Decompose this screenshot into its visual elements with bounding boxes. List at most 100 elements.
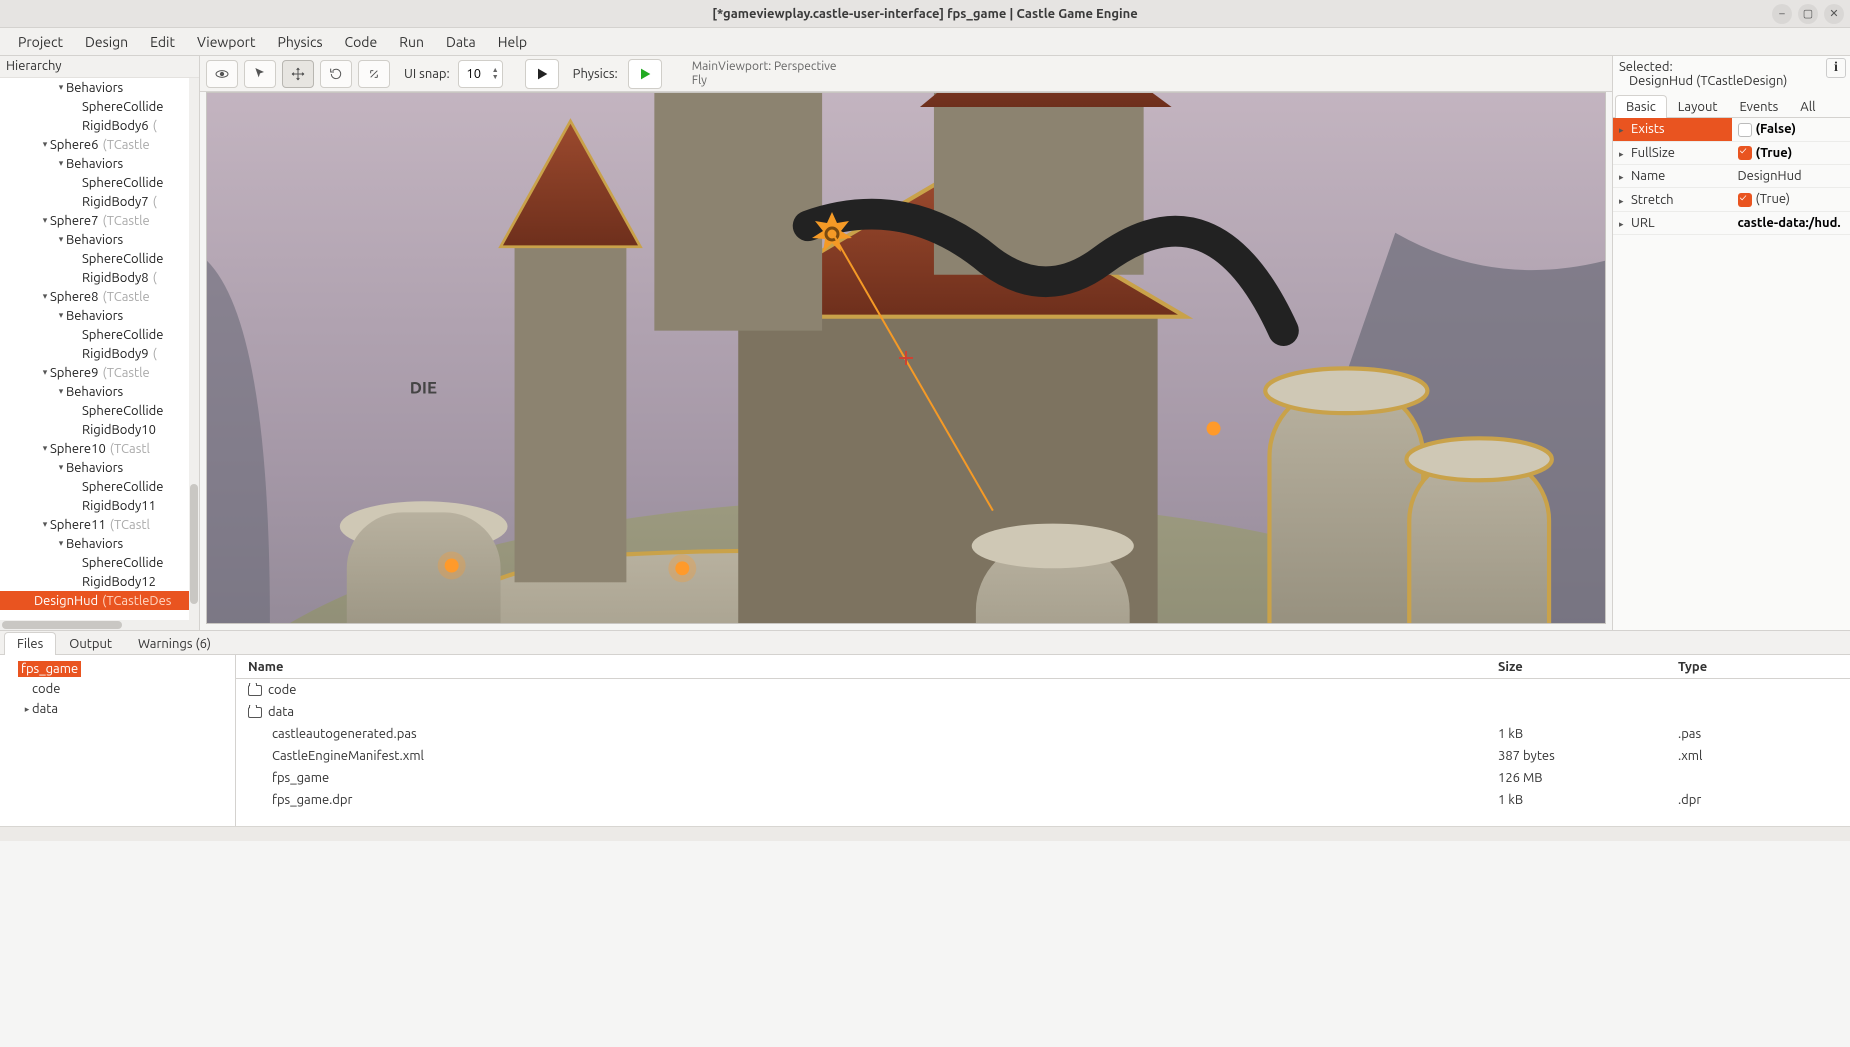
bottom-panel: FilesOutputWarnings (6) fps_gamecode▸dat… bbox=[0, 630, 1850, 826]
window-controls: – ▢ ✕ bbox=[1772, 4, 1844, 24]
column-name[interactable]: Name bbox=[236, 660, 1490, 674]
move-tool-button[interactable] bbox=[282, 60, 314, 88]
file-list: Name Size Type codedatacastleautogenerat… bbox=[236, 655, 1850, 826]
bottom-tab[interactable]: Output bbox=[56, 632, 125, 655]
ui-snap-value[interactable] bbox=[459, 67, 489, 81]
inspector-panel: Selected: DesignHud (TCastleDesign) i Ba… bbox=[1612, 56, 1850, 630]
column-type[interactable]: Type bbox=[1670, 660, 1850, 674]
spin-down-icon[interactable]: ▼ bbox=[492, 74, 499, 81]
folder-icon bbox=[248, 685, 262, 696]
tree-row[interactable]: ▾ Sphere11(TCastl bbox=[0, 515, 199, 534]
select-tool-button[interactable] bbox=[244, 60, 276, 88]
tree-row[interactable]: SphereCollide bbox=[0, 477, 199, 496]
tree-row[interactable]: RigidBody8( bbox=[0, 268, 199, 287]
window-title: [*gameviewplay.castle-user-interface] fp… bbox=[712, 7, 1137, 21]
inspector-tab-all[interactable]: All bbox=[1789, 95, 1826, 118]
property-table[interactable]: ▸Exists(False)▸FullSize(True)▸NameDesign… bbox=[1613, 118, 1850, 235]
folder-tree-row[interactable]: ▸data bbox=[4, 699, 231, 719]
tree-row[interactable]: SphereCollide bbox=[0, 249, 199, 268]
tree-row[interactable]: ▾ Behaviors bbox=[0, 78, 199, 97]
checkbox-icon[interactable] bbox=[1738, 123, 1752, 137]
tree-row[interactable]: ▾ Sphere10(TCastl bbox=[0, 439, 199, 458]
menu-edit[interactable]: Edit bbox=[140, 30, 185, 54]
maximize-button[interactable]: ▢ bbox=[1798, 4, 1818, 24]
info-button[interactable]: i bbox=[1826, 58, 1846, 78]
file-row[interactable]: fps_game.dpr1 kB.dpr bbox=[236, 789, 1850, 811]
inspector-tab-layout[interactable]: Layout bbox=[1667, 95, 1729, 118]
tree-row[interactable]: SphereCollide bbox=[0, 401, 199, 420]
tree-row[interactable]: SphereCollide bbox=[0, 173, 199, 192]
property-row[interactable]: ▸NameDesignHud bbox=[1613, 165, 1850, 188]
file-row[interactable]: data bbox=[236, 701, 1850, 723]
menu-viewport[interactable]: Viewport bbox=[187, 30, 266, 54]
folder-tree-row[interactable]: fps_game bbox=[4, 659, 231, 679]
menu-run[interactable]: Run bbox=[389, 30, 434, 54]
tree-row[interactable]: RigidBody12 bbox=[0, 572, 199, 591]
menu-help[interactable]: Help bbox=[488, 30, 537, 54]
titlebar: [*gameviewplay.castle-user-interface] fp… bbox=[0, 0, 1850, 28]
menu-design[interactable]: Design bbox=[75, 30, 138, 54]
hierarchy-tree[interactable]: ▾ Behaviors SphereCollide RigidBody6(▾ S… bbox=[0, 78, 199, 630]
property-row[interactable]: ▸FullSize(True) bbox=[1613, 141, 1850, 165]
tree-row[interactable]: ▾ Sphere8(TCastle bbox=[0, 287, 199, 306]
tree-row[interactable]: ▾ Behaviors bbox=[0, 534, 199, 553]
tree-row[interactable]: ▾ Behaviors bbox=[0, 154, 199, 173]
tree-row[interactable]: ▾ Behaviors bbox=[0, 230, 199, 249]
tree-row[interactable]: ▾ Behaviors bbox=[0, 306, 199, 325]
toggle-visibility-button[interactable] bbox=[206, 60, 238, 88]
property-row[interactable]: ▸Stretch(True) bbox=[1613, 188, 1850, 212]
menu-code[interactable]: Code bbox=[335, 30, 388, 54]
checkbox-icon[interactable] bbox=[1738, 146, 1752, 160]
viewport-3d[interactable]: DIE bbox=[206, 92, 1606, 624]
hierarchy-scrollbar-horizontal[interactable] bbox=[0, 620, 189, 630]
tree-row[interactable]: ▾ Behaviors bbox=[0, 382, 199, 401]
file-list-header: Name Size Type bbox=[236, 655, 1850, 679]
bottom-tab[interactable]: Warnings (6) bbox=[125, 632, 224, 655]
tree-row[interactable]: DesignHud(TCastleDes bbox=[0, 591, 199, 610]
ui-snap-label: UI snap: bbox=[404, 67, 450, 81]
file-row[interactable]: fps_game126 MB bbox=[236, 767, 1850, 789]
tree-row[interactable]: SphereCollide bbox=[0, 97, 199, 116]
tree-row[interactable]: ▾ Sphere7(TCastle bbox=[0, 211, 199, 230]
tree-row[interactable]: ▾ Sphere9(TCastle bbox=[0, 363, 199, 382]
rotate-tool-button[interactable] bbox=[320, 60, 352, 88]
checkbox-icon[interactable] bbox=[1738, 193, 1752, 207]
property-row[interactable]: ▸Exists(False) bbox=[1613, 118, 1850, 141]
property-row[interactable]: ▸URLcastle-data:/hud. bbox=[1613, 211, 1850, 234]
inspector-tab-events[interactable]: Events bbox=[1728, 95, 1789, 118]
file-row[interactable]: castleautogenerated.pas1 kB.pas bbox=[236, 723, 1850, 745]
inspector-tab-basic[interactable]: Basic bbox=[1615, 95, 1667, 118]
folder-tree[interactable]: fps_gamecode▸data bbox=[0, 655, 236, 826]
tree-row[interactable]: RigidBody11 bbox=[0, 496, 199, 515]
viewport-toolbar: UI snap: ▲▼ Physics: MainViewport: Persp… bbox=[200, 56, 1612, 92]
close-button[interactable]: ✕ bbox=[1824, 4, 1844, 24]
tree-row[interactable]: RigidBody6( bbox=[0, 116, 199, 135]
menu-project[interactable]: Project bbox=[8, 30, 73, 54]
menu-data[interactable]: Data bbox=[436, 30, 486, 54]
column-size[interactable]: Size bbox=[1490, 660, 1670, 674]
play-button[interactable] bbox=[525, 59, 559, 89]
tree-row[interactable]: ▾ Behaviors bbox=[0, 458, 199, 477]
tree-row[interactable]: ▾ Sphere6(TCastle bbox=[0, 135, 199, 154]
folder-tree-row[interactable]: code bbox=[4, 679, 231, 699]
viewport-crosshair-icon bbox=[899, 351, 913, 365]
tree-row[interactable]: RigidBody7( bbox=[0, 192, 199, 211]
hierarchy-scrollbar-vertical[interactable] bbox=[189, 78, 199, 630]
file-row[interactable]: CastleEngineManifest.xml387 bytes.xml bbox=[236, 745, 1850, 767]
file-rows[interactable]: codedatacastleautogenerated.pas1 kB.pasC… bbox=[236, 679, 1850, 826]
inspector-tabs: BasicLayoutEventsAll bbox=[1613, 94, 1850, 118]
tree-row[interactable]: SphereCollide bbox=[0, 553, 199, 572]
tree-row[interactable]: SphereCollide bbox=[0, 325, 199, 344]
selected-label: Selected: bbox=[1619, 60, 1844, 74]
physics-play-button[interactable] bbox=[628, 59, 662, 89]
scale-tool-button[interactable] bbox=[358, 60, 390, 88]
tree-row[interactable]: RigidBody9( bbox=[0, 344, 199, 363]
status-bar bbox=[0, 826, 1850, 841]
tree-row[interactable]: RigidBody10 bbox=[0, 420, 199, 439]
light-gizmo[interactable] bbox=[808, 210, 856, 261]
menu-physics[interactable]: Physics bbox=[268, 30, 333, 54]
minimize-button[interactable]: – bbox=[1772, 4, 1792, 24]
bottom-tab[interactable]: Files bbox=[4, 632, 56, 655]
file-row[interactable]: code bbox=[236, 679, 1850, 701]
ui-snap-input[interactable]: ▲▼ bbox=[458, 60, 503, 88]
